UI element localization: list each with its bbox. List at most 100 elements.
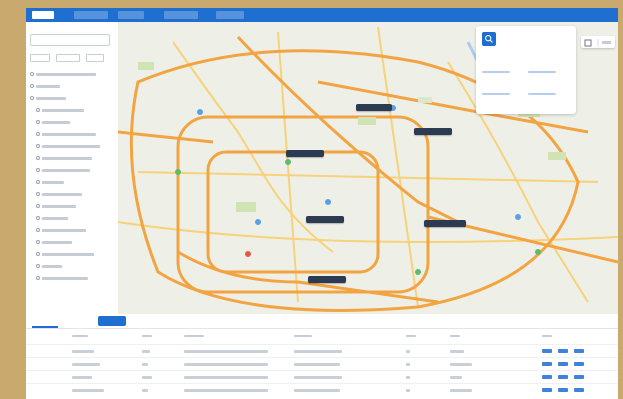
tree-item[interactable] xyxy=(36,204,114,211)
table-cell xyxy=(294,389,340,392)
column-header xyxy=(72,333,96,339)
row-action-link[interactable] xyxy=(574,362,584,366)
map-marker[interactable] xyxy=(424,220,466,227)
row-action-link[interactable] xyxy=(574,388,584,392)
tree-node-icon xyxy=(36,180,40,185)
row-action-link[interactable] xyxy=(542,388,552,392)
layers-icon xyxy=(584,39,611,47)
tree-node-icon xyxy=(36,228,40,233)
table-cell xyxy=(294,363,340,366)
map-marker[interactable] xyxy=(286,150,324,157)
table-cell xyxy=(72,363,100,366)
tree-item[interactable] xyxy=(30,96,114,103)
stat-item xyxy=(482,84,522,98)
tree-node-icon xyxy=(30,72,34,77)
table-cell xyxy=(72,389,104,392)
map-marker[interactable] xyxy=(414,128,452,135)
tab-action-button[interactable] xyxy=(98,316,126,326)
map-marker[interactable] xyxy=(306,216,344,223)
tree-node-icon xyxy=(36,108,40,113)
map-controls[interactable] xyxy=(581,36,615,48)
nav-tab[interactable] xyxy=(216,11,244,19)
tree-node-icon xyxy=(36,240,40,245)
stat-item xyxy=(482,62,522,76)
table-cell xyxy=(142,376,152,379)
table-cell xyxy=(294,376,342,379)
row-action-link[interactable] xyxy=(574,349,584,353)
row-action-link[interactable] xyxy=(574,375,584,379)
tree-item[interactable] xyxy=(36,264,114,271)
table-row[interactable] xyxy=(26,357,618,371)
tree-node-icon xyxy=(30,84,34,89)
tree-item[interactable] xyxy=(36,120,114,127)
row-action-link[interactable] xyxy=(558,362,568,366)
stats-card xyxy=(476,26,576,114)
map-marker[interactable] xyxy=(308,276,346,283)
column-header xyxy=(184,333,214,339)
table-cell xyxy=(184,389,268,392)
stat-item xyxy=(528,84,568,98)
table-cell xyxy=(72,376,92,379)
tree-item[interactable] xyxy=(36,180,114,187)
filter-option[interactable] xyxy=(30,54,50,62)
table-cell xyxy=(142,389,148,392)
table-cell xyxy=(450,376,462,379)
search-input[interactable] xyxy=(30,34,110,46)
nav-tab[interactable] xyxy=(32,11,54,19)
row-action-link[interactable] xyxy=(542,349,552,353)
bottom-tab-bar xyxy=(26,314,618,329)
tree-node-icon xyxy=(36,144,40,149)
table-cell xyxy=(294,350,342,353)
tree-item[interactable] xyxy=(36,240,114,247)
nav-tab[interactable] xyxy=(164,11,198,19)
tree-item[interactable] xyxy=(36,252,114,259)
filter-option[interactable] xyxy=(86,54,104,62)
table-row[interactable] xyxy=(26,370,618,384)
table-cell xyxy=(142,363,148,366)
table-cell xyxy=(142,350,150,353)
row-action-link[interactable] xyxy=(558,375,568,379)
map-marker[interactable] xyxy=(356,104,392,111)
nav-tab[interactable] xyxy=(118,11,144,19)
app-window xyxy=(26,8,618,399)
column-header xyxy=(542,333,562,339)
tab[interactable] xyxy=(62,317,92,326)
tree-item[interactable] xyxy=(30,72,114,79)
filter-row xyxy=(30,54,116,62)
tree-item[interactable] xyxy=(36,228,114,235)
tree-item[interactable] xyxy=(36,156,114,163)
row-action-link[interactable] xyxy=(558,388,568,392)
tree-node-icon xyxy=(36,168,40,173)
row-action-link[interactable] xyxy=(542,362,552,366)
tree-item[interactable] xyxy=(36,168,114,175)
stat-item xyxy=(528,62,568,76)
row-action-link[interactable] xyxy=(558,349,568,353)
tree-item[interactable] xyxy=(36,108,114,115)
filter-option[interactable] xyxy=(56,54,80,62)
tree-node-icon xyxy=(36,276,40,281)
search-icon xyxy=(485,35,493,43)
table-cell xyxy=(450,389,472,392)
tree-item[interactable] xyxy=(36,132,114,139)
table-cell xyxy=(184,350,268,353)
tab[interactable] xyxy=(32,317,58,328)
table-cell xyxy=(184,363,268,366)
tree-item[interactable] xyxy=(36,144,114,151)
table-cell xyxy=(406,389,410,392)
column-header xyxy=(142,333,162,339)
tree-node-icon xyxy=(36,216,40,221)
stats-icon xyxy=(482,32,496,46)
tree-node-icon xyxy=(30,96,34,101)
table-row[interactable] xyxy=(26,344,618,358)
table-row[interactable] xyxy=(26,383,618,397)
table-cell xyxy=(406,350,410,353)
nav-tab[interactable] xyxy=(74,11,108,19)
table-cell xyxy=(450,350,464,353)
tree-item[interactable] xyxy=(30,84,114,91)
row-action-link[interactable] xyxy=(542,375,552,379)
table-cell xyxy=(450,363,472,366)
tree-item[interactable] xyxy=(36,216,114,223)
tree-item[interactable] xyxy=(36,276,114,283)
tree-item[interactable] xyxy=(36,192,114,199)
tree-node-icon xyxy=(36,264,40,269)
